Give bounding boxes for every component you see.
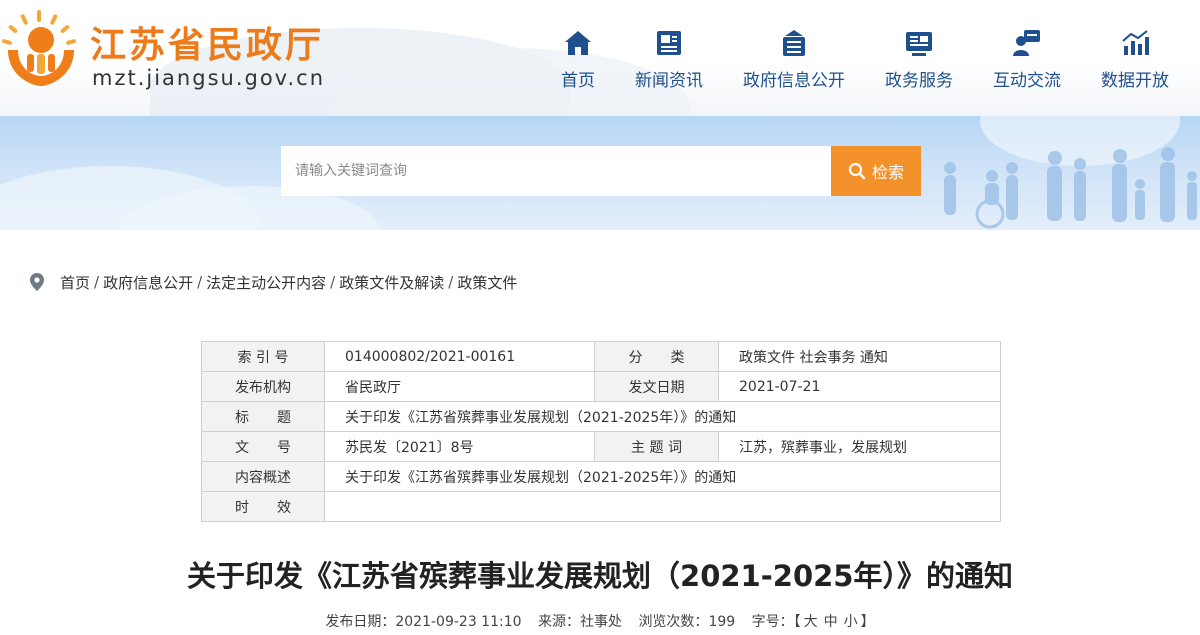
meta-value-keywords: 江苏，殡葬事业，发展规划 bbox=[718, 431, 1001, 462]
bracket-open: 【 bbox=[793, 614, 801, 630]
breadcrumb-policy-docs[interactable]: 政策文件及解读 bbox=[339, 272, 444, 293]
nav-item-interaction[interactable]: 互动交流 bbox=[992, 28, 1062, 91]
search-icon bbox=[848, 162, 866, 180]
nav-item-home[interactable]: 首页 bbox=[560, 28, 596, 91]
search-input[interactable] bbox=[281, 146, 831, 196]
meta-value-publisher: 省民政厅 bbox=[324, 371, 595, 402]
source-value: 社事处 bbox=[579, 614, 622, 630]
meta-key: 发文日期 bbox=[594, 371, 719, 402]
nav-label: 数据开放 bbox=[1101, 71, 1169, 91]
meta-value-summary: 关于印发《江苏省殡葬事业发展规划（2021-2025年）》的通知 bbox=[324, 461, 1001, 492]
font-size-small-button[interactable]: 小 bbox=[844, 614, 858, 630]
nav-label: 新闻资讯 bbox=[635, 71, 703, 91]
news-icon bbox=[657, 31, 681, 55]
nav-label: 首页 bbox=[561, 71, 595, 91]
publish-date-label: 发布日期： bbox=[325, 614, 396, 630]
meta-value-doc-number: 苏民发〔2021〕8号 bbox=[324, 431, 595, 462]
nav-label: 政府信息公开 bbox=[743, 71, 845, 91]
bracket-close: 】 bbox=[860, 614, 875, 630]
home-icon bbox=[565, 31, 591, 55]
article-info-bar: 发布日期：2021-09-23 11:10 来源：社事处 浏览次数：199 字号… bbox=[0, 611, 1200, 631]
table-row: 时 效 bbox=[201, 491, 1001, 522]
source-label: 来源： bbox=[537, 614, 580, 630]
meta-value-validity bbox=[324, 491, 1001, 522]
table-row: 索 引 号 014000802/2021-00161 分 类 政策文件 社会事务… bbox=[201, 341, 1001, 372]
article-title: 关于印发《江苏省殡葬事业发展规划（2021-2025年）》的通知 bbox=[187, 559, 1013, 593]
table-row: 文 号 苏民发〔2021〕8号 主 题 词 江苏，殡葬事业，发展规划 bbox=[201, 431, 1001, 462]
search-banner: 检索 bbox=[0, 116, 1200, 230]
meta-key: 标 题 bbox=[201, 401, 325, 432]
nav-item-news[interactable]: 新闻资讯 bbox=[634, 28, 704, 91]
main-nav: 首页 新闻资讯 政府信息公开 政务服务 互动交流 数据开放 bbox=[0, 28, 1200, 98]
font-size-medium-button[interactable]: 中 bbox=[824, 614, 838, 630]
people-silhouette-illustration bbox=[944, 147, 1197, 229]
article-source: 来源：社事处 bbox=[538, 614, 622, 630]
breadcrumb-statutory[interactable]: 法定主动公开内容 bbox=[206, 272, 326, 293]
service-icon bbox=[906, 32, 932, 56]
table-row: 内容概述 关于印发《江苏省殡葬事业发展规划（2021-2025年）》的通知 bbox=[201, 461, 1001, 492]
nav-item-disclosure[interactable]: 政府信息公开 bbox=[742, 28, 846, 91]
meta-value-index-number: 014000802/2021-00161 bbox=[324, 341, 595, 372]
location-pin-icon bbox=[30, 273, 44, 291]
data-chart-icon bbox=[1122, 30, 1149, 55]
site-header: 江苏省民政厅 mzt.jiangsu.gov.cn 首页 新闻资讯 政府信息公开… bbox=[0, 0, 1200, 116]
search-button[interactable]: 检索 bbox=[831, 146, 921, 196]
meta-value-issue-date: 2021-07-21 bbox=[718, 371, 1001, 402]
interaction-icon bbox=[1013, 30, 1040, 56]
breadcrumb-separator: / bbox=[94, 273, 100, 291]
disclosure-icon bbox=[783, 30, 805, 56]
meta-key: 主 题 词 bbox=[594, 431, 719, 462]
font-size-control: 字号：【大中小】 bbox=[752, 614, 875, 630]
breadcrumb-separator: / bbox=[448, 273, 454, 291]
breadcrumb-separator: / bbox=[330, 273, 336, 291]
breadcrumb-home[interactable]: 首页 bbox=[60, 272, 90, 293]
font-size-label: 字号： bbox=[751, 614, 794, 630]
nav-label: 互动交流 bbox=[993, 71, 1061, 91]
views-label: 浏览次数： bbox=[638, 614, 709, 630]
meta-key: 分 类 bbox=[594, 341, 719, 372]
table-row: 标 题 关于印发《江苏省殡葬事业发展规划（2021-2025年）》的通知 bbox=[201, 401, 1001, 432]
meta-value-category: 政策文件 社会事务 通知 bbox=[718, 341, 1001, 372]
meta-key: 时 效 bbox=[201, 491, 325, 522]
publish-date: 发布日期：2021-09-23 11:10 bbox=[325, 614, 521, 630]
meta-key: 索 引 号 bbox=[201, 341, 325, 372]
breadcrumb-separator: / bbox=[197, 273, 203, 291]
publish-date-value: 2021-09-23 11:10 bbox=[395, 614, 522, 630]
search-button-label: 检索 bbox=[871, 163, 904, 182]
meta-value-title: 关于印发《江苏省殡葬事业发展规划（2021-2025年）》的通知 bbox=[324, 401, 1001, 432]
font-size-large-button[interactable]: 大 bbox=[804, 614, 818, 630]
breadcrumb-current[interactable]: 政策文件 bbox=[457, 272, 517, 293]
meta-key: 文 号 bbox=[201, 431, 325, 462]
meta-key: 发布机构 bbox=[201, 371, 325, 402]
meta-key: 内容概述 bbox=[201, 461, 325, 492]
breadcrumb: 首页 / 政府信息公开 / 法定主动公开内容 / 政策文件及解读 / 政策文件 bbox=[30, 270, 517, 294]
nav-item-service[interactable]: 政务服务 bbox=[884, 28, 954, 91]
table-row: 发布机构 省民政厅 发文日期 2021-07-21 bbox=[201, 371, 1001, 402]
view-count: 浏览次数：199 bbox=[638, 614, 735, 630]
nav-label: 政务服务 bbox=[885, 71, 953, 91]
views-value: 199 bbox=[708, 614, 736, 630]
document-meta-table: 索 引 号 014000802/2021-00161 分 类 政策文件 社会事务… bbox=[201, 341, 1001, 522]
nav-item-data[interactable]: 数据开放 bbox=[1100, 28, 1170, 91]
breadcrumb-disclosure[interactable]: 政府信息公开 bbox=[103, 272, 193, 293]
